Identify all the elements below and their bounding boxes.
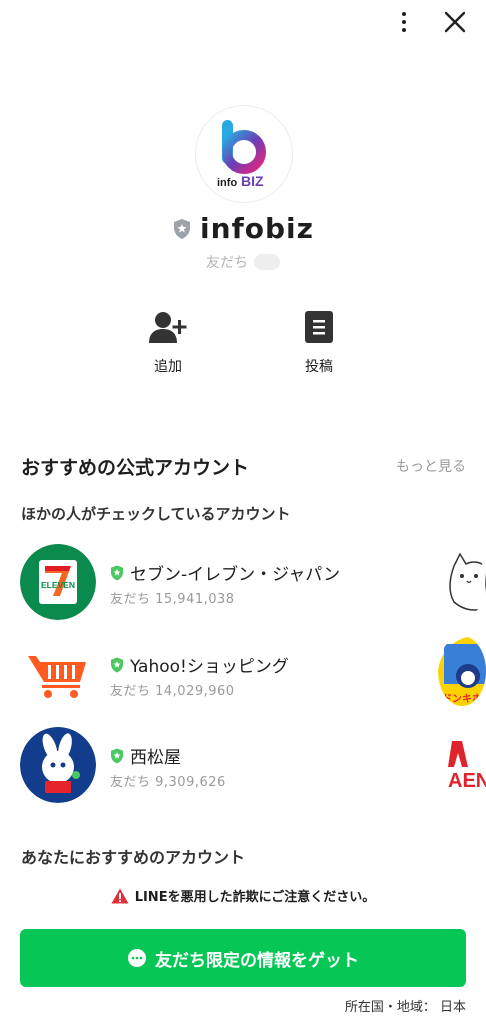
more-options-button[interactable]	[392, 8, 416, 36]
menu-dot	[402, 20, 406, 24]
nishimatsuya-logo	[20, 727, 96, 803]
account-name: 西松屋	[130, 748, 181, 768]
verified-badge-icon	[111, 748, 123, 763]
cta-label: 友だち限定の情報をゲット	[155, 950, 359, 971]
fraud-warning: LINEを悪用した詐欺にご注意ください。	[0, 886, 486, 905]
account-name: セブン-イレブン・ジャパン	[130, 565, 341, 585]
next-account-donki-thumbnail[interactable]: ドンキホ	[438, 636, 486, 706]
account-item-seven-eleven[interactable]: ELEVEN セブン-イレブン・ジャパン 友だち 15,941,038	[20, 544, 420, 622]
account-friend-count: 友だち 9,309,626	[110, 775, 226, 790]
chat-icon	[128, 949, 146, 967]
close-button[interactable]	[441, 8, 469, 36]
infobiz-logo: info BIZ	[217, 120, 266, 189]
next-account-aeon-thumbnail[interactable]: AEN	[438, 727, 486, 797]
logo-text-biz: BIZ	[241, 173, 264, 189]
aeon-peek-text: AEN	[448, 770, 486, 792]
verified-badge-icon	[111, 657, 123, 672]
menu-dot	[402, 28, 406, 32]
account-friend-count: 友だち 14,029,960	[110, 684, 235, 699]
add-friend-button[interactable]: 追加	[118, 310, 218, 376]
warning-text: LINEを悪用した詐欺にご注意ください。	[134, 890, 376, 905]
friends-status: 友だち	[0, 252, 486, 272]
donki-peek-text: ドンキホ	[442, 693, 482, 705]
add-friend-icon	[149, 312, 187, 343]
seven-eleven-logo-text: ELEVEN	[41, 580, 75, 590]
warning-icon	[111, 888, 129, 903]
verified-badge-icon	[111, 565, 123, 580]
post-icon	[305, 311, 333, 343]
profile-name: infobiz	[200, 212, 314, 245]
add-friend-label: 追加	[154, 359, 182, 375]
see-more-link[interactable]: もっと見る	[396, 456, 466, 476]
friends-label: 友だち	[206, 255, 248, 271]
next-account-cat-thumbnail[interactable]	[438, 548, 486, 618]
account-item-yahoo-shopping[interactable]: Yahoo!ショッピング 友だち 14,029,960	[20, 636, 420, 714]
official-badge-icon	[174, 218, 191, 239]
account-item-nishimatsuya[interactable]: 西松屋 友だち 9,309,626	[20, 727, 420, 805]
posts-button[interactable]: 投稿	[269, 310, 369, 376]
yahoo-shopping-logo	[20, 636, 96, 712]
others-checking-subtitle: ほかの人がチェックしているアカウント	[21, 505, 291, 523]
profile-name-row: infobiz	[0, 212, 486, 245]
country-region: 所在国・地域： 日本	[344, 1000, 466, 1015]
posts-label: 投稿	[305, 359, 333, 375]
recommended-for-you-title: あなたにおすすめのアカウント	[21, 848, 246, 867]
seven-eleven-logo: ELEVEN	[20, 544, 96, 620]
profile-avatar[interactable]: info BIZ	[195, 105, 293, 203]
chat-bubble-icon	[254, 254, 280, 270]
account-name: Yahoo!ショッピング	[130, 657, 289, 677]
recommended-title: おすすめの公式アカウント	[21, 457, 250, 479]
get-friend-info-button[interactable]: 友だち限定の情報をゲット	[20, 929, 466, 987]
close-icon	[444, 11, 466, 33]
menu-dot	[402, 12, 406, 16]
account-friend-count: 友だち 15,941,038	[110, 592, 235, 607]
logo-text-info: info	[217, 177, 237, 189]
